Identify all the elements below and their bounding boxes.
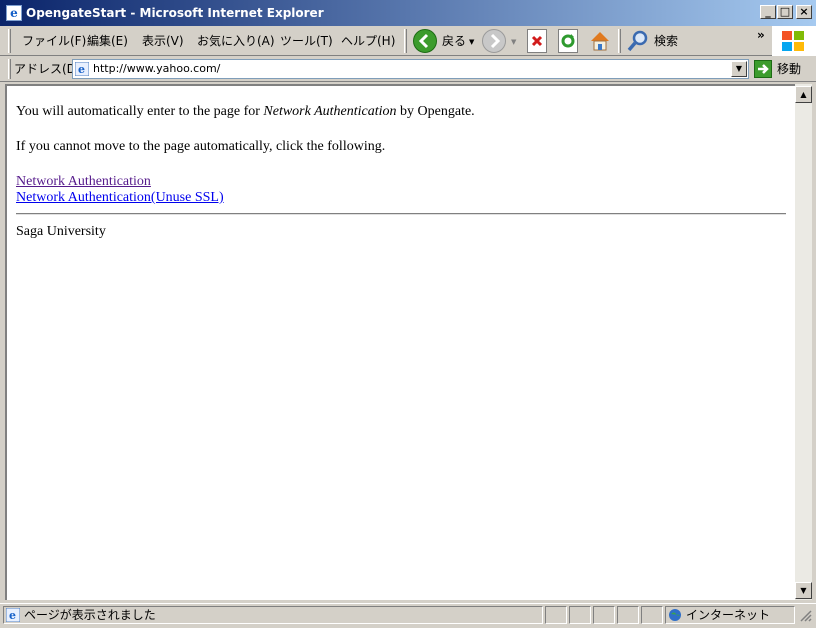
search-icon[interactable] bbox=[626, 29, 650, 53]
status-main-panel: e ページが表示されました bbox=[3, 606, 543, 624]
status-panel bbox=[641, 606, 663, 624]
divider bbox=[16, 213, 786, 215]
network-authentication-unuse-ssl-link[interactable]: Network Authentication(Unuse SSL) bbox=[16, 190, 224, 205]
status-panel bbox=[617, 606, 639, 624]
search-button-label[interactable]: 検索 bbox=[652, 32, 680, 50]
menu-toolbar-row: ファイル(F) 編集(E) 表示(V) お気に入り(A) ツール(T) ヘルプ(… bbox=[0, 26, 816, 56]
resize-grip-icon[interactable] bbox=[797, 607, 813, 625]
address-input[interactable]: e http://www.yahoo.com/ ▼ bbox=[72, 59, 749, 79]
address-url: http://www.yahoo.com/ bbox=[93, 62, 221, 75]
menu-favorites[interactable]: お気に入り(A) bbox=[195, 32, 277, 50]
status-bar: e ページが表示されました インターネット bbox=[0, 603, 816, 626]
instruction-text: If you cannot move to the page automatic… bbox=[16, 139, 386, 154]
back-arrow-icon[interactable] bbox=[413, 29, 437, 53]
back-button-label[interactable]: 戻る bbox=[440, 32, 468, 50]
ie-app-icon[interactable]: e bbox=[6, 5, 22, 21]
minimize-button[interactable]: _ bbox=[760, 5, 776, 19]
scroll-up-icon[interactable]: ▲ bbox=[795, 86, 812, 103]
footer-text: Saga University bbox=[16, 224, 106, 239]
toolbar-separator bbox=[618, 29, 621, 53]
status-page-icon: e bbox=[5, 607, 21, 623]
go-button-label[interactable]: 移動 bbox=[777, 60, 801, 78]
menu-edit[interactable]: 編集(E) bbox=[85, 32, 130, 50]
title-bar: e OpengateStart - Microsoft Internet Exp… bbox=[0, 0, 816, 26]
menu-file[interactable]: ファイル(F) bbox=[20, 32, 88, 50]
forward-dropdown-arrow-icon[interactable]: ▼ bbox=[511, 38, 516, 46]
refresh-icon[interactable] bbox=[558, 29, 578, 53]
address-grip[interactable] bbox=[8, 59, 11, 79]
status-panel bbox=[545, 606, 567, 624]
toolbar-grip[interactable] bbox=[404, 29, 407, 53]
globe-icon bbox=[668, 608, 682, 622]
page-viewport: You will automatically enter to the page… bbox=[5, 84, 795, 600]
maximize-button[interactable]: □ bbox=[777, 5, 793, 19]
toolbar-chevron-icon[interactable]: » bbox=[757, 28, 765, 42]
intro-text: You will automatically enter to the page… bbox=[16, 104, 475, 119]
scroll-down-icon[interactable]: ▼ bbox=[795, 582, 812, 599]
back-dropdown-arrow-icon[interactable]: ▼ bbox=[469, 38, 474, 46]
address-label: アドレス(D) bbox=[14, 62, 81, 76]
menu-view[interactable]: 表示(V) bbox=[140, 32, 186, 50]
zone-text: インターネット bbox=[686, 608, 771, 622]
menu-help[interactable]: ヘルプ(H) bbox=[339, 32, 397, 50]
address-bar-row: アドレス(D) e http://www.yahoo.com/ ▼ 移動 bbox=[0, 56, 816, 82]
vertical-scrollbar[interactable]: ▲ ▼ bbox=[795, 84, 812, 600]
forward-arrow-icon[interactable] bbox=[482, 29, 506, 53]
status-text: ページが表示されました bbox=[24, 608, 156, 622]
svg-text:e: e bbox=[9, 609, 16, 622]
windows-logo bbox=[772, 26, 816, 56]
stop-icon[interactable] bbox=[527, 29, 547, 53]
status-zone-panel: インターネット bbox=[665, 606, 795, 624]
network-authentication-emphasis: Network Authentication bbox=[263, 104, 397, 119]
status-panel bbox=[569, 606, 591, 624]
network-authentication-link[interactable]: Network Authentication bbox=[16, 174, 151, 189]
toolbar-grip[interactable] bbox=[8, 29, 11, 53]
page-content: You will automatically enter to the page… bbox=[16, 102, 786, 240]
home-icon[interactable] bbox=[588, 29, 612, 53]
address-dropdown-icon[interactable]: ▼ bbox=[731, 61, 747, 77]
menu-tools[interactable]: ツール(T) bbox=[278, 32, 335, 50]
close-button[interactable]: × bbox=[796, 5, 812, 19]
page-e-icon: e bbox=[74, 61, 90, 77]
window-title: OpengateStart - Microsoft Internet Explo… bbox=[26, 6, 324, 20]
svg-text:e: e bbox=[78, 63, 85, 76]
go-arrow-icon[interactable] bbox=[754, 60, 772, 78]
status-panel bbox=[593, 606, 615, 624]
